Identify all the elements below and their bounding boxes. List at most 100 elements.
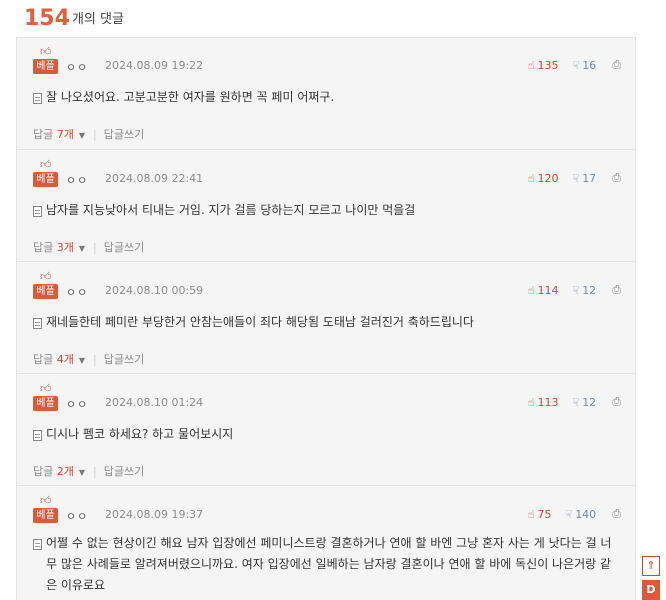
comment-text: 재네들한테 페미란 부당한거 안참는애들이 죄다 해당됨 도태남 걸러진거 축하… xyxy=(46,315,474,329)
report-icon[interactable]: ⎙ xyxy=(612,171,621,185)
best-badge: 베플 xyxy=(33,508,58,523)
comment-divider xyxy=(17,485,635,486)
upvote-count: 120 xyxy=(537,171,559,185)
upvote-count: 75 xyxy=(537,507,552,521)
reply-toggle[interactable]: 답글 7개 ▼ xyxy=(33,126,85,142)
downvote-count: 12 xyxy=(582,283,597,297)
chevron-down-icon: ▼ xyxy=(78,356,86,365)
thumb-up-icon: ☝ xyxy=(527,58,535,72)
comment-body: 남자를 지능낮아서 티내는 거임. 지가 걸름 당하는지 모르고 나이만 먹을걸 xyxy=(33,203,621,221)
write-reply-link[interactable]: 답글쓰기 xyxy=(104,239,144,255)
downvote-count: 12 xyxy=(582,395,597,409)
scroll-top-button[interactable]: ⇑ xyxy=(642,556,660,576)
best-icon: 👍︎ 베플 xyxy=(33,159,59,189)
reply-toggle[interactable]: 답글 4개 ▼ xyxy=(33,351,85,367)
upvote-button[interactable]: ☝ 113 xyxy=(528,396,559,409)
best-badge: 베플 xyxy=(33,396,58,411)
report-icon[interactable]: ⎙ xyxy=(612,283,621,297)
comments-header: 154 개의 댓글 xyxy=(24,0,124,34)
comment-text: 어쩔 수 없는 현상이긴 해요 남자 입장에선 페미니스트랑 결혼하거나 연애 … xyxy=(46,536,612,592)
report-icon[interactable]: ⎙ xyxy=(612,507,621,521)
comment-date: 2024.08.10 01:24 xyxy=(105,396,204,409)
best-badge: 베플 xyxy=(33,172,58,187)
comment-actions: 답글 7개 ▼ | 답글쓰기 xyxy=(33,126,144,142)
reply-count: 7개 xyxy=(56,128,74,141)
thumb-up-icon: 👍︎ xyxy=(40,270,52,283)
comment-date: 2024.08.10 00:59 xyxy=(105,284,204,297)
reply-count: 4개 xyxy=(56,353,74,366)
upvote-button[interactable]: ☝ 135 xyxy=(528,59,559,72)
comment-stats: ☝ 120 ☟ 17 ⎙ xyxy=(528,171,621,185)
downvote-button[interactable]: ☟ 12 xyxy=(572,284,596,297)
comment-count-label: 개의 댓글 xyxy=(71,12,124,27)
thumb-down-icon: ☟ xyxy=(572,395,580,409)
thumb-up-icon: ☝ xyxy=(527,395,535,409)
downvote-button[interactable]: ☟ 12 xyxy=(572,396,596,409)
document-icon xyxy=(33,430,42,441)
upvote-button[interactable]: ☝ 120 xyxy=(528,172,559,185)
comment-count: 154 xyxy=(24,6,70,31)
best-icon: 👍︎ 베플 xyxy=(33,271,59,301)
comment-stats: ☝ 113 ☟ 12 ⎙ xyxy=(528,395,621,409)
downvote-count: 16 xyxy=(582,58,597,72)
thumb-down-icon: ☟ xyxy=(572,171,580,185)
downvote-button[interactable]: ☟ 17 xyxy=(572,172,596,185)
report-icon[interactable]: ⎙ xyxy=(612,395,621,409)
downvote-button[interactable]: ☟ 16 xyxy=(572,59,596,72)
reply-label: 답글 xyxy=(33,241,54,254)
comment-body: 재네들한테 페미란 부당한거 안참는애들이 죄다 해당됨 도태남 걸러진거 축하… xyxy=(33,315,621,333)
comment-divider xyxy=(17,261,635,262)
best-icon: 👍︎ 베플 xyxy=(33,495,59,525)
action-separator: | xyxy=(93,352,97,366)
report-icon[interactable]: ⎙ xyxy=(612,58,621,72)
comment-body: 디시나 펨코 하세요? 하고 물어보시지 xyxy=(33,427,621,445)
thumb-down-icon: ☟ xyxy=(565,507,573,521)
write-reply-link[interactable]: 답글쓰기 xyxy=(104,126,144,142)
reply-toggle[interactable]: 답글 2개 ▼ xyxy=(33,463,85,479)
action-separator: | xyxy=(93,240,97,254)
action-separator: | xyxy=(93,127,97,141)
thumb-up-icon: ☝ xyxy=(527,171,535,185)
comment-body: 어쩔 수 없는 현상이긴 해요 남자 입장에선 페미니스트랑 결혼하거나 연애 … xyxy=(33,536,621,596)
document-icon xyxy=(33,539,42,550)
reply-label: 답글 xyxy=(33,128,54,141)
next-button[interactable]: D xyxy=(642,580,660,600)
comment-text: 잘 나오셨어요. 고분고분한 여자를 원하면 꼭 페미 어쩌구. xyxy=(46,90,335,104)
comment-author[interactable]: ㅇㅇ xyxy=(66,508,88,524)
comment-date: 2024.08.09 22:41 xyxy=(105,172,204,185)
comment-actions: 답글 2개 ▼ | 답글쓰기 xyxy=(33,463,144,479)
reply-count: 3개 xyxy=(56,241,74,254)
reply-toggle[interactable]: 답글 3개 ▼ xyxy=(33,239,85,255)
comment-date: 2024.08.09 19:22 xyxy=(105,59,204,72)
best-icon: 👍︎ 베플 xyxy=(33,383,59,413)
best-badge: 베플 xyxy=(33,59,58,74)
comment-text: 남자를 지능낮아서 티내는 거임. 지가 걸름 당하는지 모르고 나이만 먹을걸 xyxy=(46,203,416,217)
upvote-count: 113 xyxy=(537,395,559,409)
comment-author[interactable]: ㅇㅇ xyxy=(66,59,88,75)
chevron-down-icon: ▼ xyxy=(78,244,86,253)
comment-author[interactable]: ㅇㅇ xyxy=(66,284,88,300)
comment-author[interactable]: ㅇㅇ xyxy=(66,172,88,188)
write-reply-link[interactable]: 답글쓰기 xyxy=(104,351,144,367)
downvote-count: 17 xyxy=(582,171,597,185)
write-reply-link[interactable]: 답글쓰기 xyxy=(104,463,144,479)
comment-divider xyxy=(17,373,635,374)
comment-actions: 답글 4개 ▼ | 답글쓰기 xyxy=(33,351,144,367)
document-icon xyxy=(33,93,42,104)
comment-stats: ☝ 135 ☟ 16 ⎙ xyxy=(528,58,621,72)
upvote-button[interactable]: ☝ 75 xyxy=(528,508,552,521)
downvote-button[interactable]: ☟ 140 xyxy=(565,508,596,521)
upvote-count: 135 xyxy=(537,58,559,72)
comment-date: 2024.08.09 19:37 xyxy=(105,508,204,521)
upvote-button[interactable]: ☝ 114 xyxy=(528,284,559,297)
document-icon xyxy=(33,206,42,217)
chevron-down-icon: ▼ xyxy=(78,131,86,140)
thumb-up-icon: 👍︎ xyxy=(40,494,52,507)
best-badge: 베플 xyxy=(33,284,58,299)
reply-count: 2개 xyxy=(56,465,74,478)
comment-author[interactable]: ㅇㅇ xyxy=(66,396,88,412)
comment-divider xyxy=(17,149,635,150)
reply-label: 답글 xyxy=(33,353,54,366)
thumb-down-icon: ☟ xyxy=(572,58,580,72)
comment-actions: 답글 3개 ▼ | 답글쓰기 xyxy=(33,239,144,255)
